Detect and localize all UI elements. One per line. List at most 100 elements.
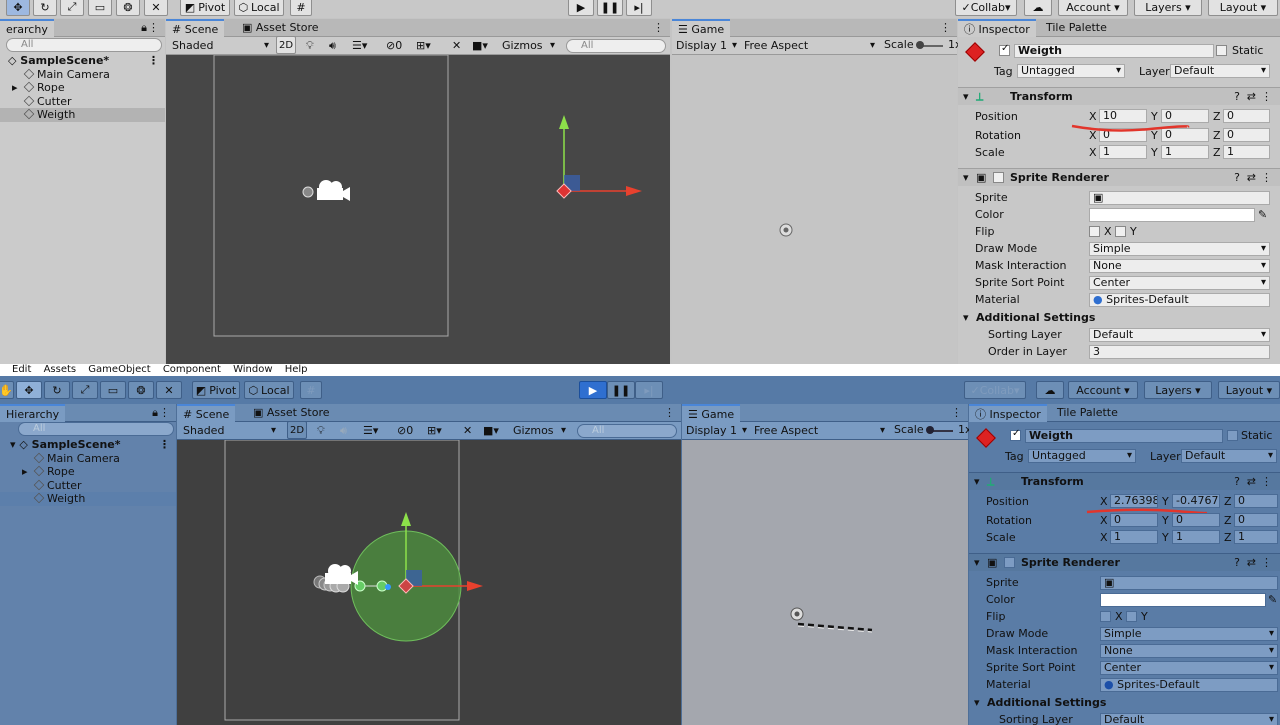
tab-asset-store[interactable]: ▣ Asset Store <box>236 19 325 37</box>
flip-y-checkbox[interactable] <box>1126 611 1137 622</box>
kebab-menu-icon[interactable]: ⋮ <box>951 406 962 419</box>
lock-icon[interactable]: 🔒︎ <box>141 21 147 35</box>
kebab-menu-icon[interactable]: ⋮ <box>1261 473 1272 491</box>
tools-icon[interactable]: ✕ <box>463 424 472 437</box>
color-swatch[interactable] <box>1089 208 1255 222</box>
scene-view[interactable] <box>177 439 681 725</box>
kebab-menu-icon[interactable]: ⋮ <box>653 21 664 34</box>
rotate-tool-icon[interactable]: ↻ <box>33 0 57 16</box>
account-dropdown[interactable]: Account ▾ <box>1058 0 1128 16</box>
foldout-arrow-icon[interactable]: ▾ <box>974 554 980 572</box>
sprite-field[interactable]: ▣ <box>1100 576 1278 590</box>
material-field[interactable]: ● Sprites-Default <box>1089 293 1270 307</box>
camera-icon[interactable]: ■▾ <box>472 39 488 52</box>
position-z-field[interactable]: 0 <box>1234 494 1278 508</box>
sort-point-dropdown[interactable]: Center <box>1100 661 1278 675</box>
scale-tool-icon[interactable]: ⤢ <box>72 381 98 399</box>
sprite-field[interactable]: ▣ <box>1089 191 1270 205</box>
hidden-objects-icon[interactable]: ⊘0 <box>397 424 413 437</box>
hierarchy-search-input[interactable]: All <box>6 38 162 52</box>
eyedropper-icon[interactable]: ✎ <box>1268 591 1277 608</box>
gameobject-sprite-icon[interactable] <box>965 42 985 62</box>
scale-slider-thumb[interactable] <box>916 41 924 49</box>
shading-dropdown[interactable]: Shaded <box>168 38 272 53</box>
foldout-arrow-icon[interactable]: ▾ <box>974 694 980 711</box>
game-view[interactable] <box>672 55 957 364</box>
cloud-icon[interactable]: ☁ <box>1036 381 1064 399</box>
tab-game[interactable]: ☰ Game <box>672 19 731 37</box>
lighting-icon[interactable]: 💡︎ <box>317 424 325 438</box>
scene-search-input[interactable]: All <box>577 424 677 438</box>
grid-toggle-icon[interactable]: ⊞▾ <box>416 39 431 52</box>
expand-arrow-icon[interactable]: ▸ <box>22 465 28 479</box>
display-dropdown[interactable]: Display 1 <box>672 38 740 53</box>
kebab-menu-icon[interactable]: ⋮ <box>159 438 170 452</box>
flip-x-checkbox[interactable] <box>1100 611 1111 622</box>
kebab-menu-icon[interactable]: ⋮ <box>664 406 675 419</box>
tab-inspector[interactable]: ⓘ Inspector <box>969 404 1047 422</box>
cloud-icon[interactable]: ☁ <box>1024 0 1052 16</box>
mask-dropdown[interactable]: None <box>1089 259 1270 273</box>
menu-component[interactable]: Component <box>163 364 221 375</box>
static-checkbox[interactable] <box>1227 430 1238 441</box>
aspect-dropdown[interactable]: Free Aspect <box>750 423 888 438</box>
expand-arrow-icon[interactable]: ▸ <box>12 81 18 95</box>
gizmos-dropdown[interactable]: Gizmos <box>509 423 569 438</box>
hand-tool-icon[interactable]: ✋ <box>0 381 14 399</box>
static-checkbox[interactable] <box>1216 45 1227 56</box>
kebab-menu-icon[interactable]: ⋮ <box>1261 169 1272 187</box>
step-button[interactable]: ▸| <box>626 0 652 16</box>
help-icon[interactable]: ? <box>1234 88 1240 106</box>
scale-y-field[interactable]: 1 <box>1161 145 1209 159</box>
color-swatch[interactable] <box>1100 593 1266 607</box>
tab-asset-store[interactable]: ▣ Asset Store <box>247 404 336 422</box>
camera-gizmo-icon[interactable] <box>302 180 350 201</box>
pause-button[interactable]: ❚❚ <box>597 0 623 16</box>
lighting-icon[interactable]: 💡︎ <box>306 39 314 53</box>
y-arrow-icon[interactable] <box>401 512 411 526</box>
scene-root[interactable]: ◇ SampleScene* ⋮ <box>0 54 165 68</box>
game-view[interactable] <box>682 440 968 725</box>
layout-dropdown[interactable]: Layout ▾ <box>1208 0 1278 16</box>
layers-dropdown[interactable]: Layers ▾ <box>1134 0 1202 16</box>
transform-header[interactable]: ▾ ⟂ Transform ? ⇄ ⋮ <box>958 87 1280 105</box>
step-button[interactable]: ▸| <box>635 381 663 399</box>
layer-dropdown[interactable]: Default <box>1181 449 1277 463</box>
pivot-button[interactable]: ◩ Pivot <box>192 381 240 399</box>
scale-z-field[interactable]: 1 <box>1223 145 1270 159</box>
layers-dropdown[interactable]: Layers ▾ <box>1144 381 1212 399</box>
tab-game[interactable]: ☰ Game <box>682 404 741 422</box>
local-button[interactable]: ⬡ Local <box>244 381 294 399</box>
transform-tool-icon[interactable]: ❂ <box>116 0 140 16</box>
camera-gizmo-icon[interactable] <box>325 564 358 585</box>
hierarchy-item-main-camera[interactable]: Main Camera <box>0 452 176 466</box>
hierarchy-item-weigth[interactable]: Weigth <box>0 492 176 506</box>
hierarchy-item-main-camera[interactable]: Main Camera <box>0 68 165 82</box>
layout-dropdown[interactable]: Layout ▾ <box>1218 381 1280 399</box>
scene-canvas[interactable] <box>166 54 670 364</box>
aspect-dropdown[interactable]: Free Aspect <box>740 38 878 53</box>
tab-hierarchy[interactable]: erarchy <box>0 19 54 37</box>
effects-icon[interactable]: ☰▾ <box>363 424 378 437</box>
additional-settings-foldout[interactable]: ▾ Additional Settings <box>958 309 1280 326</box>
sort-point-dropdown[interactable]: Center <box>1089 276 1270 290</box>
transform-tool-icon[interactable]: ❂ <box>128 381 154 399</box>
kebab-menu-icon[interactable]: ⋮ <box>1261 554 1272 572</box>
menu-help[interactable]: Help <box>285 364 308 375</box>
object-name-input[interactable]: Weigth <box>1014 44 1214 58</box>
hierarchy-item-cutter[interactable]: Cutter <box>0 479 176 493</box>
camera-icon[interactable]: ■▾ <box>483 424 499 437</box>
collab-dropdown[interactable]: ✓ Collab ▾ <box>964 381 1026 399</box>
flip-y-checkbox[interactable] <box>1115 226 1126 237</box>
audio-icon[interactable]: 🔊︎ <box>340 424 347 438</box>
draw-mode-dropdown[interactable]: Simple <box>1100 627 1278 641</box>
hierarchy-item-rope[interactable]: ▸ Rope <box>0 465 176 479</box>
rotation-z-field[interactable]: 0 <box>1223 128 1270 142</box>
tab-hierarchy[interactable]: Hierarchy <box>0 404 66 422</box>
object-name-input[interactable]: Weigth <box>1025 429 1223 443</box>
custom-tool-icon[interactable]: ✕ <box>144 0 168 16</box>
kebab-menu-icon[interactable]: ⋮ <box>148 54 159 68</box>
preset-icon[interactable]: ⇄ <box>1247 169 1256 187</box>
move-tool-icon[interactable]: ✥ <box>6 0 30 16</box>
scale-slider-thumb[interactable] <box>926 426 934 434</box>
